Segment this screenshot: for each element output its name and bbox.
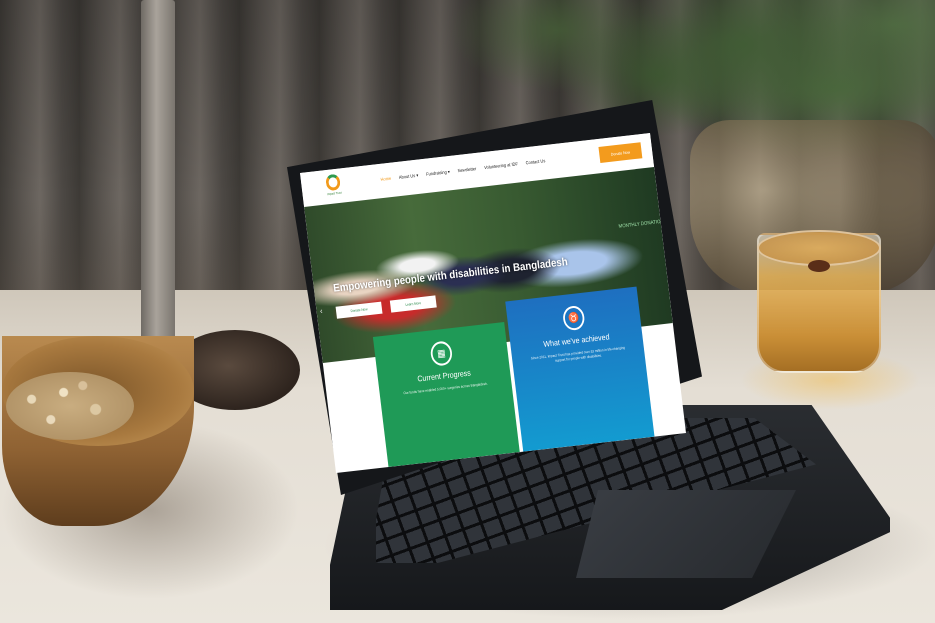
hero-learn-button[interactable]: Learn More [389,295,437,313]
nav-item-volunteering[interactable]: Volunteering at IDF [484,161,518,171]
donate-button[interactable]: Donate Now [598,142,643,163]
nuts [6,372,134,440]
nav-menu: Home About Us ▾ Fundraising ▾ Newsletter… [380,158,545,183]
chevron-left-icon[interactable]: ‹ [320,306,323,315]
site-logo[interactable]: Impact Trust [320,173,348,202]
laptop-screen: Impact Trust Home About Us ▾ Fundraising… [300,133,686,473]
nav-item-newsletter[interactable]: Newsletter [457,166,476,174]
hero-title: Empowering people with disabilities in B… [332,256,569,295]
nav-item-contact[interactable]: Contact Us [525,158,545,166]
calendar-icon: ▦ [429,340,454,367]
card-achievements[interactable]: ♉ What we've achieved Since 2011, Impact… [505,286,655,452]
logo-icon [325,173,342,192]
photo-scene: Impact Trust Home About Us ▾ Fundraising… [0,0,935,623]
hero-donate-button[interactable]: Donate Now [335,301,383,319]
hero-side-text: MONTHLY DONATION [618,218,665,230]
candle [141,0,175,340]
card-current-progress[interactable]: ▦ Current Progress Our funds have enable… [372,322,520,467]
medal-icon: ♉ [561,304,586,332]
nav-item-about[interactable]: About Us ▾ [399,173,419,181]
logo-text: Impact Trust [326,190,342,197]
nav-item-fundraising[interactable]: Fundraising ▾ [426,169,450,178]
nav-item-home[interactable]: Home [380,176,391,183]
star-anise [808,260,830,272]
